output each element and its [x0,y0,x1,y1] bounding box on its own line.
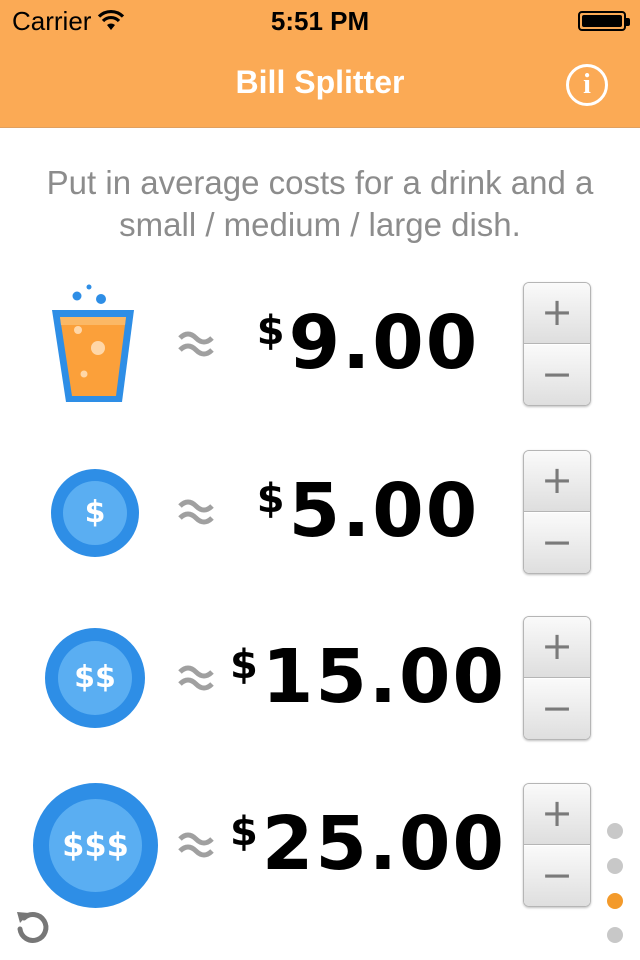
instructions-text: Put in average costs for a drink and a s… [46,164,594,243]
approx-equal-icon [178,665,214,691]
currency-symbol: $ [230,809,260,855]
cost-row-small-dish: $ $5.00 + − [0,450,640,574]
small-dish-price-stepper: + − [523,450,591,574]
page-dot[interactable] [607,927,623,943]
medium-dish-price: $15.00 [228,634,508,720]
large-dish-price: $25.00 [228,801,508,887]
large-dish-coin-icon: $$$ [33,783,158,908]
page-dot-active[interactable] [607,893,623,909]
coin-label: $ [63,481,127,545]
status-time: 5:51 PM [270,6,370,36]
cost-row-drink: $9.00 + − [0,282,640,406]
battery-icon [578,11,630,31]
coin-label: $$ [58,641,132,715]
medium-dish-price-stepper: + − [523,616,591,740]
decrement-button[interactable]: − [524,679,590,739]
decrement-button[interactable]: − [524,846,590,906]
cost-row-large-dish: $$$ $25.00 + − [0,783,640,908]
price-value: 25.00 [261,801,506,887]
decrement-button[interactable]: − [524,345,590,405]
page-dot[interactable] [607,823,623,839]
medium-dish-coin-icon: $$ [45,628,145,728]
increment-button[interactable]: + [524,451,590,512]
currency-symbol: $ [230,642,260,688]
drink-glass-icon [52,284,134,402]
currency-symbol: $ [256,308,287,354]
price-value: 9.00 [288,300,480,386]
status-bar: Carrier 5:51 PM [0,0,640,40]
small-dish-price: $5.00 [228,468,508,554]
page-dot[interactable] [607,858,623,874]
navigation-bar: Bill Splitter i [0,40,640,128]
drink-price-stepper: + − [523,282,591,406]
page-title: Bill Splitter [235,64,405,100]
price-value: 5.00 [288,468,480,554]
decrement-button[interactable]: − [524,513,590,573]
cost-row-medium-dish: $$ $15.00 + − [0,616,640,740]
info-button[interactable]: i [566,64,608,106]
increment-button[interactable]: + [524,784,590,845]
approx-equal-icon [178,499,214,525]
large-dish-price-stepper: + − [523,783,591,907]
coin-label: $$$ [49,799,142,892]
approx-equal-icon [178,832,214,858]
price-value: 15.00 [261,634,506,720]
reset-icon[interactable] [14,908,52,946]
increment-button[interactable]: + [524,283,590,344]
approx-equal-icon [178,331,214,357]
currency-symbol: $ [256,476,287,522]
increment-button[interactable]: + [524,617,590,678]
drink-price: $9.00 [228,300,508,386]
small-dish-coin-icon: $ [51,469,139,557]
